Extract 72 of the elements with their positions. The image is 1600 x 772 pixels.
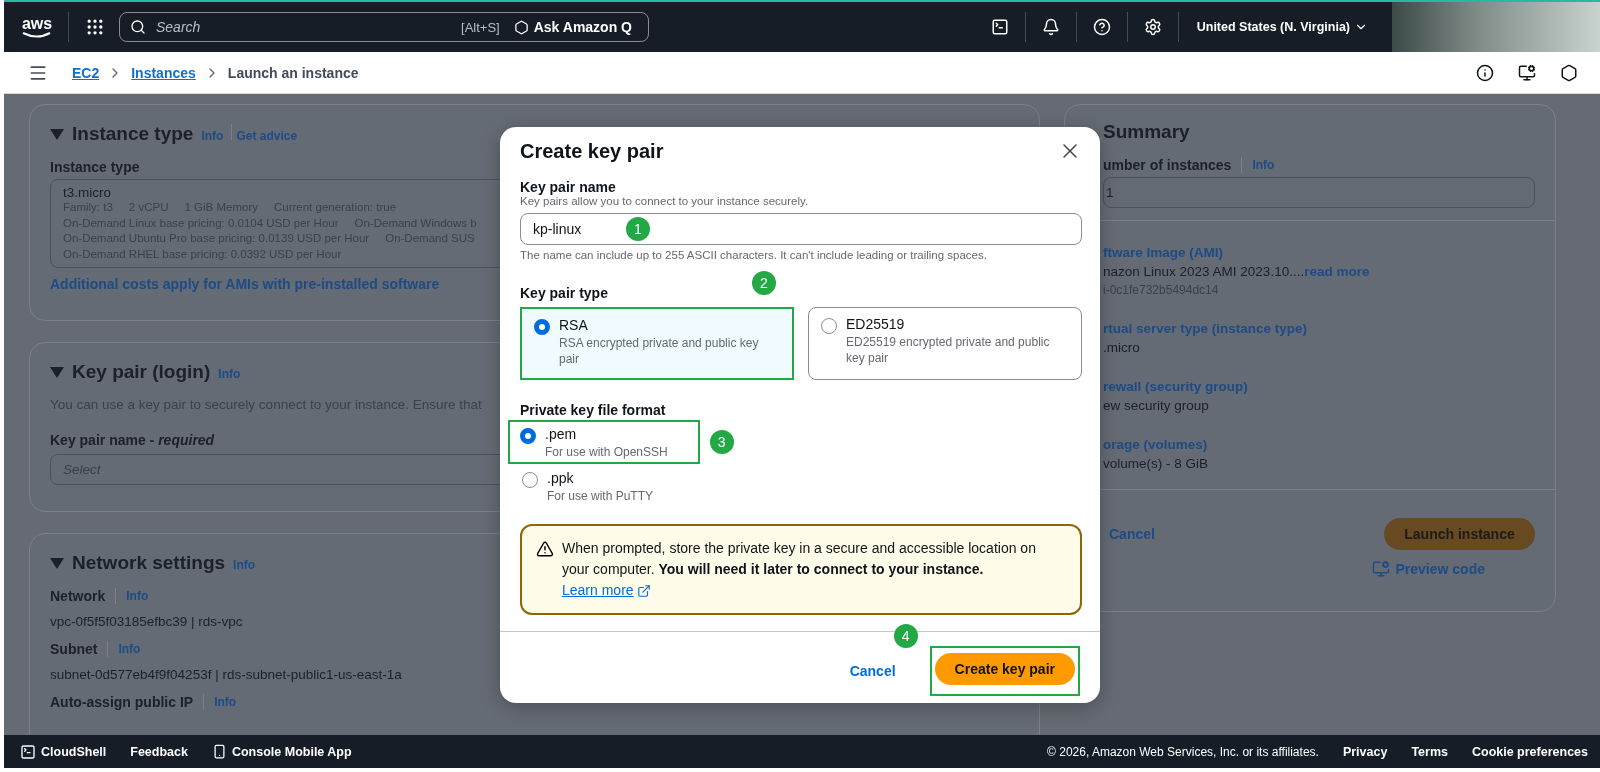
- summary-value: ew security group: [1103, 398, 1209, 413]
- footer-link[interactable]: Cookie preferences: [1471, 744, 1588, 759]
- field-label: Network: [50, 588, 106, 604]
- field-label: Subnet: [50, 641, 98, 657]
- triangle-icon[interactable]: [50, 128, 64, 140]
- external-link-icon: [636, 583, 651, 598]
- breadcrumb-link[interactable]: EC2: [72, 64, 100, 81]
- field-label: Key pair name: [520, 179, 616, 195]
- format-option[interactable]: .ppk For use with PuTTY: [508, 464, 656, 508]
- option-label: .ppk: [547, 470, 575, 486]
- summary-value: volume(s) - 8 GiB: [1103, 456, 1209, 471]
- panel-title: Summary: [1103, 121, 1191, 143]
- radio-button[interactable]: [522, 472, 538, 488]
- summary-value: .micro: [1103, 340, 1140, 355]
- format-option[interactable]: .pem For use with OpenSSH: [508, 420, 700, 464]
- breadcrumb-link[interactable]: Instances: [131, 64, 196, 81]
- triangle-icon[interactable]: [50, 557, 64, 569]
- footer-link[interactable]: Privacy: [1342, 744, 1388, 759]
- step-number-badge: 3: [709, 430, 734, 454]
- search-icon: [130, 19, 146, 35]
- key-type-option[interactable]: ED25519 ED25519 encrypted private and public key pair: [808, 307, 1082, 380]
- search-field[interactable]: Search [Alt+S] Ask Amazon Q: [119, 12, 649, 42]
- option-label: ED25519: [846, 316, 906, 332]
- field-label: Instance type: [50, 159, 140, 175]
- radio-button[interactable]: [534, 319, 550, 335]
- region-selector[interactable]: United States (N. Virginia): [1190, 19, 1374, 35]
- option-description: ED25519 encrypted private and public key pair: [846, 334, 1051, 366]
- page-title-text: Launch an instance: [227, 64, 359, 81]
- radio-button[interactable]: [520, 428, 536, 444]
- option-description: For use with OpenSSH: [545, 444, 668, 460]
- summary-value: nazon Linux 2023 AMI 2023.10....: [1103, 264, 1305, 279]
- shortcut-hint: [Alt+S]: [461, 19, 500, 35]
- ask-q-button[interactable]: Ask Amazon Q: [507, 18, 638, 36]
- dialog-title: Create key pair: [520, 139, 664, 163]
- create-key-pair-button[interactable]: Create key pair: [934, 653, 1075, 685]
- alert-text: When prompted, store the private key in a secure and accessible location on your computer. You will need it later to connect to your instance. Learn more: [562, 538, 1064, 601]
- option-description: For use with PuTTY: [547, 488, 654, 504]
- field-constraint: The name can include up to 255 ASCII characters. It can't include leading or trailing spaces.: [520, 249, 987, 261]
- aws-logo[interactable]: aws: [18, 15, 56, 39]
- copyright-text: © 2026, Amazon Web Services, Inc. or its affiliates.: [1047, 744, 1319, 759]
- cancel-button[interactable]: Cancel: [843, 662, 902, 680]
- option-label: .pem: [545, 426, 578, 442]
- triangle-icon[interactable]: [50, 366, 64, 378]
- field-label: Key pair name - required: [50, 432, 215, 448]
- step-number-badge: 4: [893, 624, 918, 648]
- mobile-app-link[interactable]: Console Mobile App: [211, 744, 352, 759]
- phone-icon: [211, 744, 227, 759]
- field-label: Private key file format: [520, 402, 666, 418]
- footer-link[interactable]: Terms: [1411, 744, 1448, 759]
- field-hint: Key pairs allow you to connect to your instance securely.: [520, 195, 809, 207]
- field-value: vpc-0f5f5f03185efbc39 | rds-vpc: [50, 614, 243, 629]
- cloudshell-link[interactable]: CloudShell: [20, 743, 107, 760]
- option-label: RSA: [559, 317, 589, 333]
- instances-input[interactable]: 1: [1103, 177, 1535, 208]
- feedback-link[interactable]: Feedback: [130, 744, 188, 759]
- key-type-option[interactable]: RSA RSA encrypted private and public key pair: [520, 307, 794, 380]
- panel-title: Network settings: [72, 552, 226, 574]
- selected-type: t3.micro: [63, 185, 111, 200]
- option-description: RSA encrypted private and public key pair: [559, 335, 760, 367]
- learn-more-link[interactable]: Learn more: [562, 580, 651, 601]
- field-label: Auto-assign public IP: [50, 694, 194, 710]
- monitor-icon: [1371, 560, 1390, 578]
- field-label: Key pair type: [520, 285, 608, 301]
- step-number-badge: 2: [752, 271, 776, 295]
- hexagon-icon: [513, 19, 529, 35]
- field-label: umber of instances: [1103, 157, 1232, 173]
- warning-icon: [536, 540, 554, 558]
- radio-button[interactable]: [821, 318, 837, 334]
- panel-title: Instance type: [72, 123, 194, 145]
- field-value: subnet-0d577eb4f9f04253f | rds-subnet-public1-us-east-1a: [50, 667, 402, 682]
- panel-title: Key pair (login): [72, 361, 211, 383]
- terminal-icon: [20, 743, 36, 760]
